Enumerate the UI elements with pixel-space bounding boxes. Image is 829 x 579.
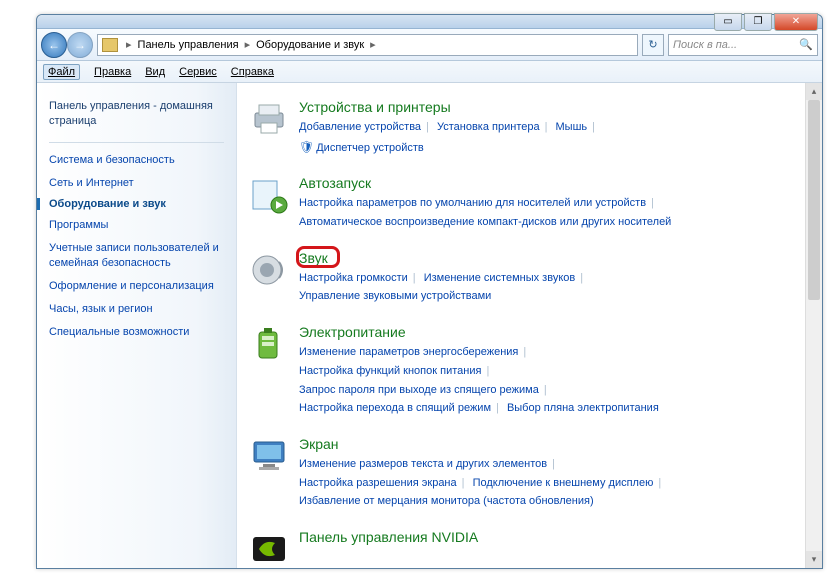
link-text-size[interactable]: Изменение размеров текста и других элеме… <box>299 458 547 470</box>
sidebar-item-accessibility[interactable]: Специальные возможности <box>49 325 224 340</box>
link-power-saving[interactable]: Изменение параметров энергосбережения <box>299 346 518 358</box>
titlebar: ▭ ❐ ✕ <box>37 15 822 29</box>
category-links: Настройка громкости| Изменение системных… <box>299 269 810 306</box>
link-mouse[interactable]: Мышь <box>556 121 588 133</box>
category-body: Автозапуск Настройка параметров по умолч… <box>299 175 810 231</box>
category-title-devices[interactable]: Устройства и принтеры <box>299 99 451 115</box>
link-install-printer[interactable]: Установка принтера <box>437 121 540 133</box>
link-system-sounds[interactable]: Изменение системных звуков <box>424 272 576 284</box>
category-body: Звук Настройка громкости| Изменение сист… <box>299 250 810 306</box>
explorer-window: ▭ ❐ ✕ ← → ▸ Панель управления ▸ Оборудов… <box>36 14 823 569</box>
forward-button[interactable]: → <box>67 32 93 58</box>
sidebar-item-accounts[interactable]: Учетные записи пользователей и семейная … <box>49 241 224 271</box>
maximize-button[interactable]: ❐ <box>744 13 772 31</box>
sidebar-item-network[interactable]: Сеть и Интернет <box>49 176 224 191</box>
category-title-sound[interactable]: Звук <box>299 250 328 266</box>
category-title-display[interactable]: Экран <box>299 436 339 452</box>
content-pane: Устройства и принтеры Добавление устройс… <box>237 83 822 568</box>
link-default-media[interactable]: Настройка параметров по умолчанию для но… <box>299 197 646 209</box>
menu-view[interactable]: Вид <box>145 66 165 78</box>
scrollbar[interactable]: ▴ ▾ <box>805 83 822 568</box>
link-refresh-rate[interactable]: Избавление от мерцания монитора (частота… <box>299 495 594 507</box>
scroll-down-button[interactable]: ▾ <box>806 551 822 568</box>
sidebar-item-programs[interactable]: Программы <box>49 218 224 233</box>
sidebar-home[interactable]: Панель управления - домашняя страница <box>49 99 224 130</box>
nav-buttons: ← → <box>41 32 93 58</box>
category-links: Изменение параметров энергосбережения| Н… <box>299 343 810 418</box>
monitor-icon <box>249 436 289 476</box>
sidebar: Панель управления - домашняя страница Си… <box>37 83 237 568</box>
link-resolution[interactable]: Настройка разрешения экрана <box>299 477 457 489</box>
breadcrumb-root[interactable]: Панель управления <box>136 39 241 51</box>
link-add-device[interactable]: Добавление устройства <box>299 121 421 133</box>
category-body: Экран Изменение размеров текста и других… <box>299 436 810 511</box>
battery-icon <box>249 324 289 364</box>
nvidia-icon <box>249 529 289 568</box>
sidebar-item-appearance[interactable]: Оформление и персонализация <box>49 279 224 294</box>
breadcrumb-sep: ▸ <box>122 38 136 51</box>
scroll-thumb[interactable] <box>808 100 820 300</box>
category-body: Электропитание Изменение параметров энер… <box>299 324 810 418</box>
menu-edit[interactable]: Правка <box>94 66 131 78</box>
category-title-autoplay[interactable]: Автозапуск <box>299 175 371 191</box>
sidebar-item-system[interactable]: Система и безопасность <box>49 153 224 168</box>
search-icon[interactable]: 🔍 <box>799 38 813 51</box>
link-device-manager[interactable]: Диспетчер устройств <box>316 142 424 154</box>
window-controls: ▭ ❐ ✕ <box>714 13 818 31</box>
menu-help[interactable]: Справка <box>231 66 274 78</box>
link-password-wake[interactable]: Запрос пароля при выходе из спящего режи… <box>299 384 539 396</box>
speaker-icon <box>249 250 289 290</box>
breadcrumb[interactable]: ▸ Панель управления ▸ Оборудование и зву… <box>97 34 638 56</box>
category-sound: Звук Настройка громкости| Изменение сист… <box>249 250 810 306</box>
category-links: Настройка параметров по умолчанию для но… <box>299 194 810 231</box>
category-body: Устройства и принтеры Добавление устройс… <box>299 99 810 157</box>
link-auto-cd[interactable]: Автоматическое воспроизведение компакт-д… <box>299 216 671 228</box>
menu-tools[interactable]: Сервис <box>179 66 217 78</box>
link-power-plan[interactable]: Выбор пляна электропитания <box>507 402 659 414</box>
back-button[interactable]: ← <box>41 32 67 58</box>
sidebar-item-hardware-current[interactable]: Оборудование и звук <box>49 198 224 210</box>
category-display: Экран Изменение размеров текста и других… <box>249 436 810 511</box>
category-body: Панель управления NVIDIA <box>299 529 810 568</box>
breadcrumb-sep: ▸ <box>241 38 255 51</box>
category-links: Добавление устройства| Установка принтер… <box>299 118 810 157</box>
menu-file[interactable]: Файл <box>43 64 80 80</box>
sidebar-item-clock[interactable]: Часы, язык и регион <box>49 302 224 317</box>
category-title-nvidia[interactable]: Панель управления NVIDIA <box>299 529 478 545</box>
link-power-buttons[interactable]: Настройка функций кнопок питания <box>299 365 481 377</box>
search-input[interactable]: Поиск в па... 🔍 <box>668 34 818 56</box>
minimize-button[interactable]: ▭ <box>714 13 742 31</box>
category-power: Электропитание Изменение параметров энер… <box>249 324 810 418</box>
scroll-up-button[interactable]: ▴ <box>806 83 822 100</box>
shield-icon: 🛡 <box>299 140 314 154</box>
printer-icon <box>249 99 289 139</box>
breadcrumb-sep: ▸ <box>366 38 380 51</box>
refresh-button[interactable]: ↻ <box>642 34 664 56</box>
link-external-display[interactable]: Подключение к внешнему дисплею <box>473 477 654 489</box>
breadcrumb-current[interactable]: Оборудование и звук <box>254 39 366 51</box>
menu-bar: Файл Правка Вид Сервис Справка <box>37 61 822 83</box>
link-audio-devices[interactable]: Управление звуковыми устройствами <box>299 290 491 302</box>
close-button[interactable]: ✕ <box>774 13 818 31</box>
category-nvidia: Панель управления NVIDIA <box>249 529 810 568</box>
folder-icon <box>102 38 118 52</box>
category-autoplay: Автозапуск Настройка параметров по умолч… <box>249 175 810 231</box>
window-body: Панель управления - домашняя страница Си… <box>37 83 822 568</box>
category-title-power[interactable]: Электропитание <box>299 324 406 340</box>
link-volume[interactable]: Настройка громкости <box>299 272 408 284</box>
disc-icon <box>249 175 289 215</box>
search-placeholder: Поиск в па... <box>673 39 737 51</box>
category-links: Изменение размеров текста и других элеме… <box>299 455 810 511</box>
link-sleep[interactable]: Настройка перехода в спящий режим <box>299 402 491 414</box>
address-bar: ← → ▸ Панель управления ▸ Оборудование и… <box>37 29 822 61</box>
divider <box>49 142 224 143</box>
category-devices: Устройства и принтеры Добавление устройс… <box>249 99 810 157</box>
